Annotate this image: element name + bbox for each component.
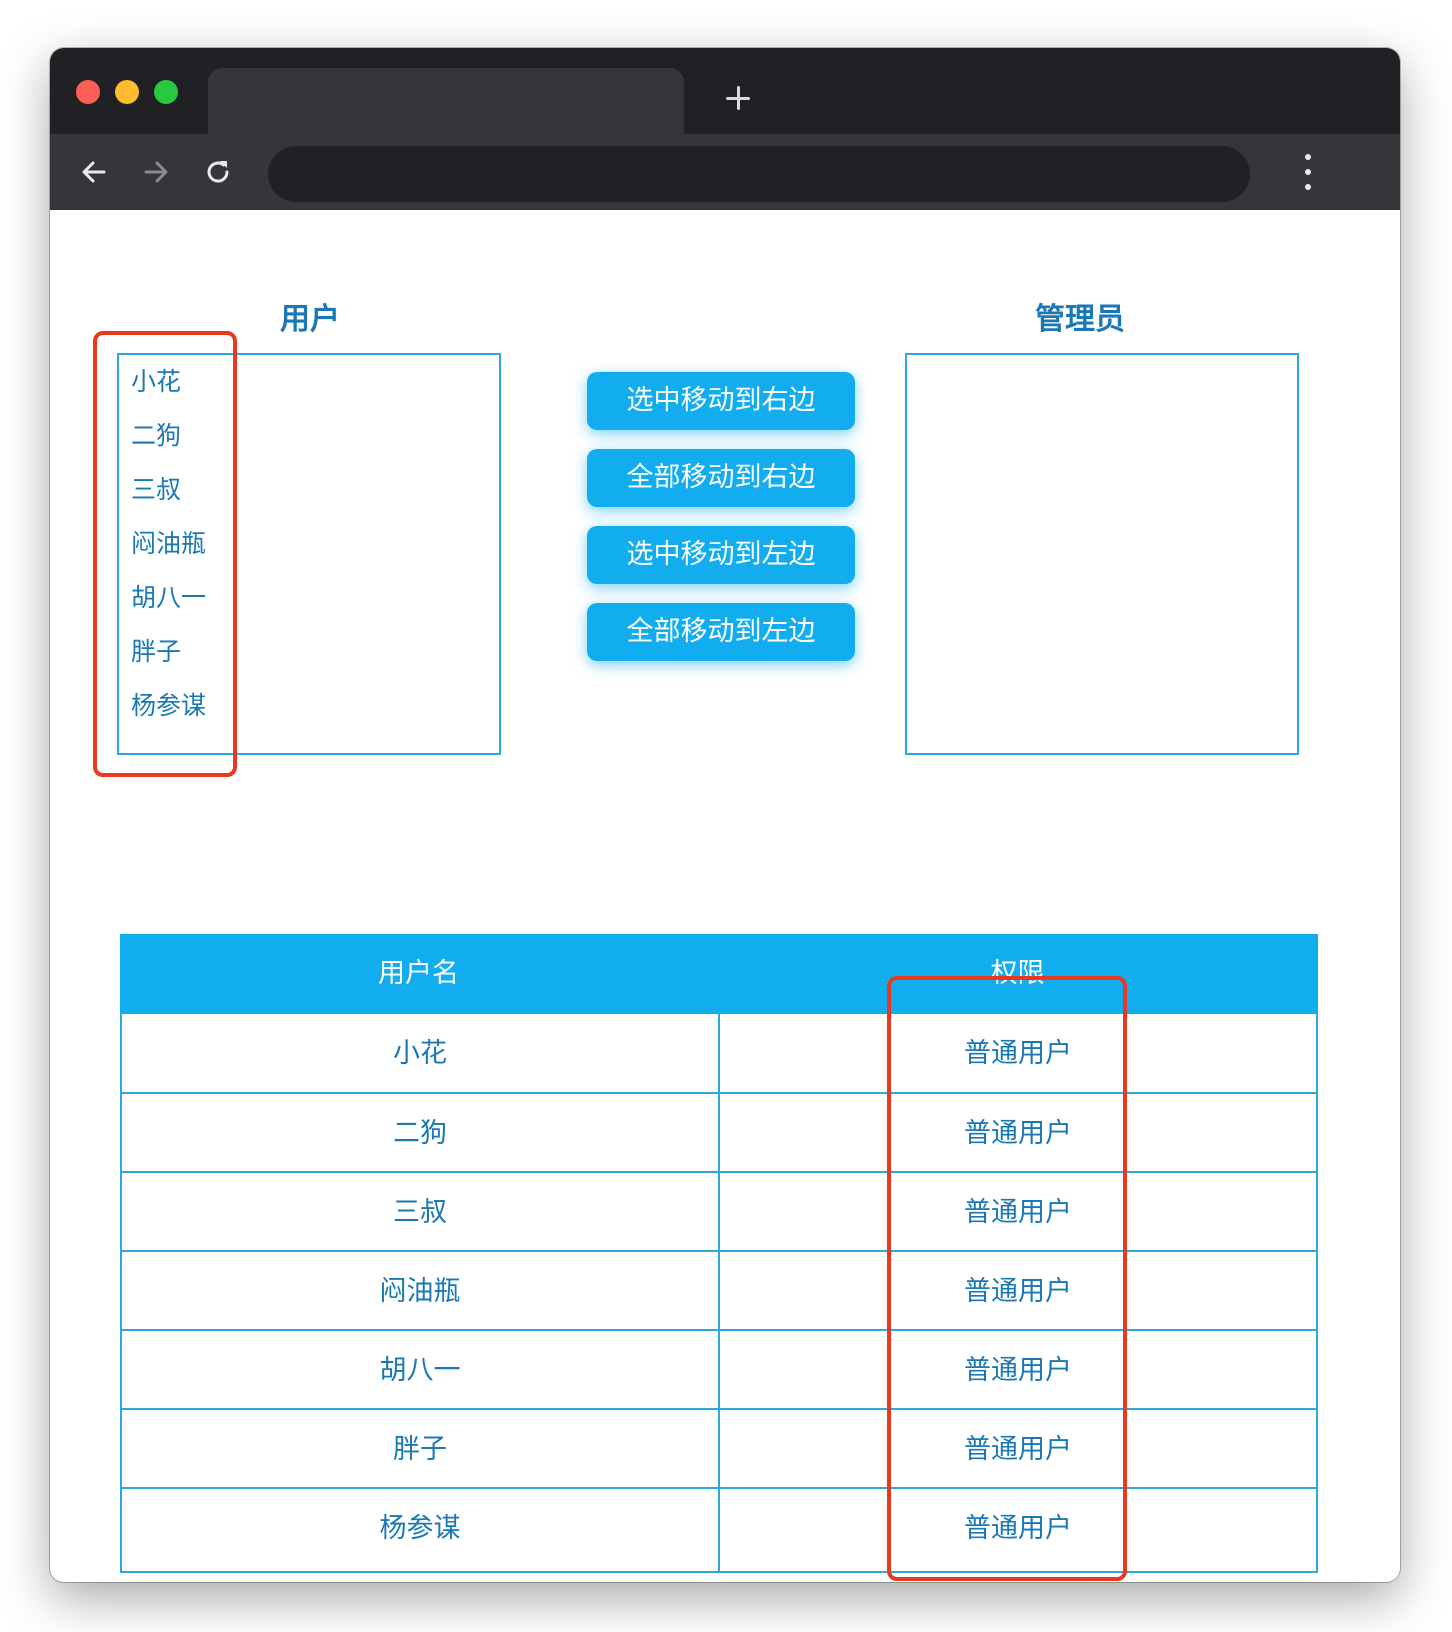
table-row: 胖子 普通用户 <box>122 1408 1316 1490</box>
username-cell: 胡八一 <box>379 1355 461 1386</box>
table-body: 小花 普通用户 二狗 普通用户 三叔 普通用户 闷油瓶 普通用户 胡八一 普通用… <box>120 1014 1318 1573</box>
maximize-window-button[interactable] <box>154 80 178 104</box>
new-tab-button[interactable] <box>718 78 758 118</box>
menu-dot-icon <box>1305 184 1311 190</box>
permission-cell: 普通用户 <box>964 1434 1072 1465</box>
table-row: 三叔 普通用户 <box>122 1171 1316 1253</box>
permission-cell: 普通用户 <box>964 1276 1072 1307</box>
page-content: 用户 小花 二狗 三叔 闷油瓶 胡八一 胖子 杨参谋 选中移动到右边 全部移动到… <box>50 210 1400 1582</box>
arrow-left-icon <box>82 161 106 183</box>
username-cell: 胖子 <box>393 1434 447 1465</box>
username-cell: 小花 <box>393 1038 447 1069</box>
permission-cell: 普通用户 <box>964 1197 1072 1228</box>
reload-button[interactable] <box>194 148 242 196</box>
list-item[interactable]: 小花 <box>131 367 181 397</box>
menu-dot-icon <box>1305 154 1311 160</box>
users-listbox[interactable]: 小花 二狗 三叔 闷油瓶 胡八一 胖子 杨参谋 <box>117 353 501 755</box>
username-cell: 闷油瓶 <box>379 1276 461 1307</box>
permissions-table: 用户名 权限 小花 普通用户 二狗 普通用户 三叔 普通用户 闷油瓶 普通用户 … <box>120 934 1318 1573</box>
username-cell: 二狗 <box>393 1118 447 1149</box>
title-bar <box>50 48 1400 134</box>
address-bar[interactable] <box>268 146 1250 202</box>
move-selected-left-button[interactable]: 选中移动到左边 <box>587 526 855 584</box>
browser-menu-button[interactable] <box>1290 148 1326 196</box>
list-item[interactable]: 胖子 <box>131 637 181 667</box>
list-item[interactable]: 二狗 <box>131 421 181 451</box>
back-button[interactable] <box>70 148 118 196</box>
permission-cell: 普通用户 <box>964 1118 1072 1149</box>
username-cell: 杨参谋 <box>379 1513 461 1544</box>
arrow-right-icon <box>144 161 168 183</box>
admins-listbox[interactable] <box>905 353 1299 755</box>
minimize-window-button[interactable] <box>115 80 139 104</box>
table-row: 杨参谋 普通用户 <box>122 1487 1316 1569</box>
browser-toolbar <box>50 134 1400 210</box>
column-header-permission: 权限 <box>990 958 1045 989</box>
list-item[interactable]: 闷油瓶 <box>131 529 206 559</box>
browser-tab[interactable] <box>208 68 684 134</box>
menu-dot-icon <box>1305 169 1311 175</box>
move-all-right-button[interactable]: 全部移动到右边 <box>587 449 855 507</box>
username-cell: 三叔 <box>393 1197 447 1228</box>
list-item[interactable]: 胡八一 <box>131 583 206 613</box>
reload-icon <box>207 161 229 183</box>
table-row: 二狗 普通用户 <box>122 1092 1316 1174</box>
permission-cell: 普通用户 <box>964 1038 1072 1069</box>
column-header-username: 用户名 <box>378 958 459 989</box>
list-item[interactable]: 杨参谋 <box>131 691 206 721</box>
move-all-left-button[interactable]: 全部移动到左边 <box>587 603 855 661</box>
table-row: 闷油瓶 普通用户 <box>122 1250 1316 1332</box>
forward-button[interactable] <box>132 148 180 196</box>
table-row: 小花 普通用户 <box>122 1014 1316 1094</box>
close-window-button[interactable] <box>76 80 100 104</box>
browser-window: 用户 小花 二狗 三叔 闷油瓶 胡八一 胖子 杨参谋 选中移动到右边 全部移动到… <box>50 48 1400 1582</box>
users-panel-title: 用户 <box>280 302 340 337</box>
table-row: 胡八一 普通用户 <box>122 1329 1316 1411</box>
permission-cell: 普通用户 <box>964 1355 1072 1386</box>
permission-cell: 普通用户 <box>964 1513 1072 1544</box>
list-item[interactable]: 三叔 <box>131 475 181 505</box>
move-selected-right-button[interactable]: 选中移动到右边 <box>587 372 855 430</box>
table-header: 用户名 权限 <box>120 934 1318 1014</box>
admins-panel-title: 管理员 <box>1035 302 1125 337</box>
